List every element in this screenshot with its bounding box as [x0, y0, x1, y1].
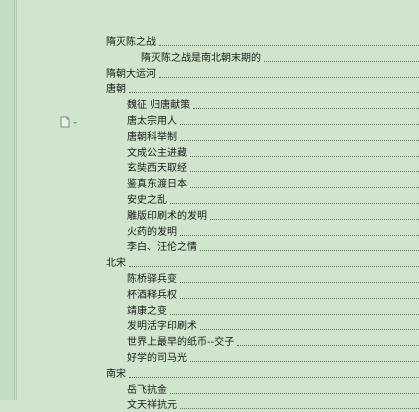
toc-entry-text: 杯酒释兵权	[127, 289, 177, 301]
toc-entry[interactable]: 隋灭陈之战是南北朝末期的	[141, 51, 419, 65]
dot-leader	[129, 91, 419, 94]
dot-leader	[190, 186, 419, 189]
toc-entry[interactable]: 文成公主进藏	[127, 146, 419, 160]
dot-leader	[180, 234, 419, 236]
toc-entry-text: 雕版印刷术的发明	[127, 210, 207, 222]
dot-leader	[193, 107, 419, 110]
toc-entry-text: 隋朝大运河	[106, 68, 156, 80]
dot-leader	[129, 265, 419, 268]
dot-leader	[180, 407, 419, 410]
toc-entry-text: 魏征 归唐献策	[127, 100, 191, 112]
toc-entry-text: 唐朝科举制	[127, 131, 177, 143]
toc-entry-text: 陈桥驿兵变	[127, 274, 177, 285]
toc-entry[interactable]: 魏征 归唐献策	[127, 98, 419, 112]
toc-entry[interactable]: 火药的发明	[127, 225, 419, 239]
toc-entry[interactable]: 杯酒释兵权	[127, 288, 419, 302]
toc-entry-text: 唐太宗用人	[127, 116, 177, 127]
toc-entry[interactable]: 唐朝	[106, 82, 419, 96]
dot-leader	[210, 218, 419, 220]
toc-entry[interactable]: 岳飞抗金	[127, 383, 419, 397]
toc-entry-text: 北宋	[106, 258, 126, 270]
dot-leader	[180, 281, 419, 283]
dot-leader	[170, 313, 419, 315]
dot-leader	[159, 76, 419, 78]
toc-entry[interactable]: 靖康之变	[127, 304, 419, 318]
toc-entry[interactable]: 雕版印刷术的发明	[127, 209, 419, 223]
dot-leader	[170, 202, 419, 204]
toc-entry-text: 文成公主进藏	[127, 147, 187, 159]
toc-entry[interactable]: 好学的司马光	[127, 351, 419, 365]
toc-entry-text: 隋灭陈之战是南北朝末期的	[141, 52, 261, 64]
dot-leader	[170, 392, 419, 394]
dot-leader	[180, 297, 419, 299]
dot-leader	[180, 139, 419, 141]
toc-entry-text: 玄奘西天取经	[127, 163, 187, 175]
toc-entry[interactable]: 唐太宗用人	[127, 114, 419, 128]
toc-entry[interactable]: 隋灭陈之战	[106, 35, 419, 49]
toc-entry-text: 隋灭陈之战	[106, 37, 156, 48]
toc-entry[interactable]: 李白、汪伦之情	[127, 240, 419, 254]
dot-leader	[200, 249, 419, 252]
toc-entry-text: 安史之乱	[127, 195, 167, 206]
dot-leader	[237, 344, 419, 347]
toc-entry[interactable]: 北宋	[106, 256, 419, 270]
dot-leader	[190, 155, 419, 157]
dot-leader	[190, 360, 419, 362]
toc-entry[interactable]: 隋朝大运河	[106, 67, 419, 81]
toc-entry[interactable]: 世界上最早的纸币--交子	[127, 335, 419, 349]
toc-entry-text: 发明活字印刷术	[127, 321, 197, 333]
dot-leader	[180, 123, 419, 125]
table-of-contents: 隋灭陈之战隋灭陈之战是南北朝末期的隋朝大运河唐朝 魏征 归唐献策 唐太宗用人唐朝科举…	[0, 0, 419, 411]
toc-entry[interactable]: 唐朝科举制	[127, 130, 419, 144]
toc-entry[interactable]: 南宋	[106, 367, 419, 381]
toc-entry[interactable]: 鉴真东渡日本	[127, 177, 419, 191]
dot-leader	[200, 328, 419, 331]
toc-entry-text: 好学的司马光	[127, 353, 187, 364]
toc-entry-text: 火药的发明	[127, 226, 177, 238]
dot-leader	[159, 44, 419, 46]
toc-entry[interactable]: 玄奘西天取经	[127, 161, 419, 175]
dot-leader	[264, 60, 419, 62]
toc-entry-text: 靖康之变	[127, 305, 167, 317]
toc-entry-text: 鉴真东渡日本	[127, 179, 187, 191]
toc-entry-text: 南宋	[106, 368, 126, 380]
toc-entry-text: 李白、汪伦之情	[127, 242, 197, 254]
toc-entry[interactable]: 文天祥抗元	[127, 398, 419, 412]
toc-entry-text: 岳飞抗金	[127, 384, 167, 396]
toc-entry[interactable]: 发明活字印刷术	[127, 319, 419, 333]
toc-entry-text: 文天祥抗元	[127, 400, 177, 412]
dot-leader	[190, 170, 419, 173]
toc-entry[interactable]: 安史之乱	[127, 193, 419, 207]
dot-leader	[129, 376, 419, 378]
toc-entry-text: 唐朝	[106, 84, 126, 96]
toc-entry[interactable]: 陈桥驿兵变	[127, 272, 419, 286]
toc-entry-text: 世界上最早的纸币--交子	[127, 337, 235, 349]
